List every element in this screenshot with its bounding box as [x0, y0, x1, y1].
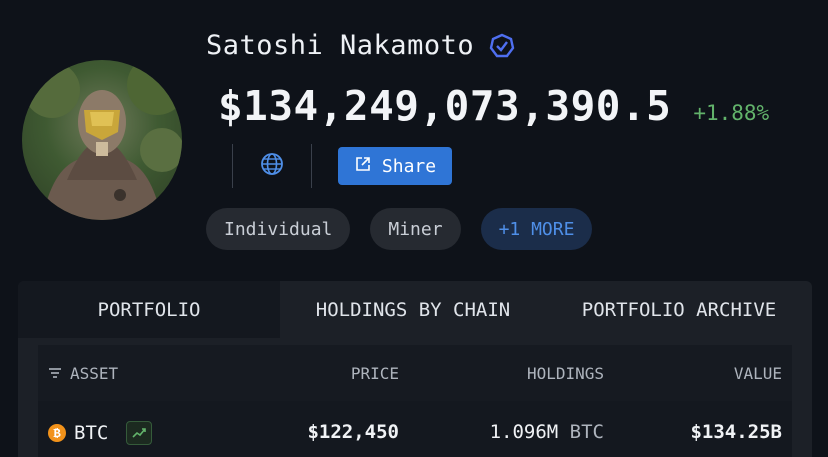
website-link[interactable]	[233, 143, 311, 189]
table-row[interactable]: ₿ BTC $122,450 1.096M BTC $134.25B	[38, 415, 792, 453]
asset-column-header[interactable]: ASSET	[48, 364, 118, 383]
bitcoin-icon: ₿	[48, 424, 66, 442]
profile-name: Satoshi Nakamoto	[206, 30, 475, 61]
filter-icon	[48, 364, 62, 383]
holdings-unit: BTC	[569, 421, 604, 443]
tab-portfolio-archive[interactable]: PORTFOLIO ARCHIVE	[546, 281, 812, 338]
holdings-column-header[interactable]: HOLDINGS	[527, 364, 604, 383]
portfolio-total-value: $134,249,073,390.5	[218, 82, 672, 130]
holdings-amount: 1.096M	[489, 421, 559, 443]
avatar	[22, 60, 182, 220]
asset-header-label: ASSET	[70, 363, 119, 383]
asset-symbol: BTC	[74, 422, 109, 444]
verified-badge-icon	[488, 32, 516, 60]
table-header: ASSET PRICE HOLDINGS VALUE	[38, 345, 792, 401]
tag-more-button[interactable]: +1 MORE	[480, 208, 593, 250]
asset-cell: ₿ BTC	[48, 421, 153, 445]
globe-icon	[260, 152, 284, 180]
trend-chart-icon[interactable]	[126, 421, 153, 445]
tab-portfolio[interactable]: PORTFOLIO	[18, 281, 280, 338]
price-column-header[interactable]: PRICE	[351, 364, 399, 383]
value-cell: $134.25B	[690, 421, 782, 443]
divider	[311, 144, 312, 188]
tag-miner[interactable]: Miner	[370, 208, 461, 250]
tab-holdings-by-chain[interactable]: HOLDINGS BY CHAIN	[280, 281, 546, 338]
value-column-header[interactable]: VALUE	[734, 364, 782, 383]
portfolio-change: +1.88%	[693, 101, 770, 125]
price-cell: $122,450	[307, 421, 399, 443]
share-button[interactable]: Share	[338, 147, 452, 185]
tag-individual[interactable]: Individual	[206, 208, 351, 250]
share-button-label: Share	[381, 155, 437, 177]
holdings-table: ASSET PRICE HOLDINGS VALUE ₿ BTC $122,45…	[38, 345, 792, 457]
holdings-cell: 1.096M BTC	[490, 421, 604, 443]
share-external-icon	[354, 155, 372, 178]
